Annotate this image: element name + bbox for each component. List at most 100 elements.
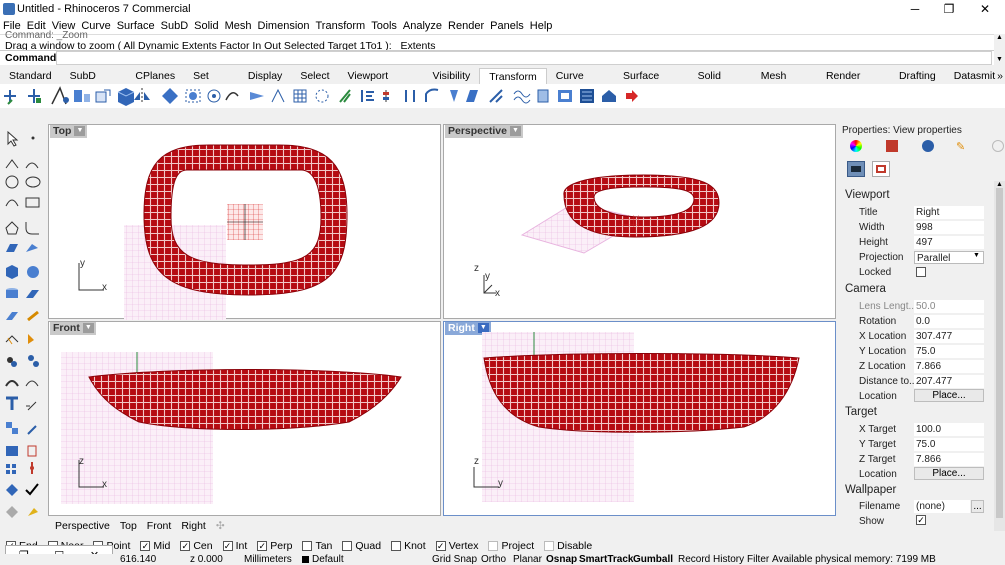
status-record-history[interactable]: Record History: [678, 554, 744, 565]
tab-mesh-tools[interactable]: Mesh Tools: [752, 68, 817, 98]
distribute-icon[interactable]: [383, 90, 389, 102]
bend-icon[interactable]: [225, 92, 239, 101]
show-checkbox[interactable]: ✓: [916, 515, 926, 525]
twist-icon[interactable]: [207, 89, 221, 103]
extrude-icon[interactable]: [26, 290, 39, 298]
polyline-icon[interactable]: [5, 159, 19, 169]
polygon-icon[interactable]: [5, 221, 19, 235]
height-field[interactable]: 497: [914, 236, 984, 249]
array-tool-icon[interactable]: [6, 464, 16, 474]
viewport-front[interactable]: Front ▼ z x: [48, 321, 441, 516]
smash-icon[interactable]: [339, 89, 351, 103]
color-wheel-icon[interactable]: [850, 140, 862, 152]
status-layer[interactable]: Default: [312, 554, 344, 565]
menu-panels[interactable]: Panels: [487, 18, 527, 34]
status-planar[interactable]: Planar: [513, 554, 542, 565]
tabs-overflow-icon[interactable]: »: [995, 68, 1005, 84]
lens-length-field[interactable]: 50.0: [914, 300, 984, 313]
menu-render[interactable]: Render: [445, 18, 487, 34]
rotate-icon[interactable]: [51, 86, 69, 105]
tab-surface-tools[interactable]: Surface Tools: [614, 68, 689, 98]
rectangle-icon[interactable]: [25, 197, 40, 208]
move-tool-icon[interactable]: [6, 422, 18, 434]
osnap-checkbox[interactable]: [488, 540, 499, 551]
camera-icon[interactable]: [847, 161, 865, 177]
rotate-tool-icon[interactable]: [27, 425, 37, 435]
menu-help[interactable]: Help: [527, 18, 556, 34]
tab-drafting[interactable]: Drafting: [890, 68, 945, 84]
x-location-field[interactable]: 307.477: [914, 330, 984, 343]
properties-icon[interactable]: [6, 506, 18, 518]
properties-scrollbar[interactable]: ▲: [994, 181, 1005, 531]
title-field[interactable]: Right: [914, 206, 984, 219]
minimize-button[interactable]: ─: [898, 0, 932, 18]
loft-icon[interactable]: [26, 244, 38, 252]
browse-button[interactable]: ...: [971, 500, 984, 513]
scale-1d-icon[interactable]: [95, 89, 111, 103]
locked-checkbox[interactable]: [916, 267, 926, 277]
tab-set-view[interactable]: Set View: [184, 68, 239, 98]
osnap-checkbox[interactable]: ✓: [222, 540, 233, 551]
osnap-checkbox[interactable]: ✓: [180, 540, 191, 551]
status-units[interactable]: Millimeters: [244, 554, 292, 565]
paint-icon[interactable]: [28, 508, 38, 516]
text-icon[interactable]: [6, 396, 18, 410]
scrollbar-thumb[interactable]: [996, 188, 1003, 518]
cage-edit-icon[interactable]: [425, 88, 439, 103]
viewport-tab-perspective[interactable]: Perspective: [50, 518, 115, 534]
ungroup-icon[interactable]: [28, 355, 39, 367]
tab-standard[interactable]: Standard: [0, 68, 61, 84]
join-icon[interactable]: [28, 334, 34, 344]
grid-array-icon[interactable]: [293, 89, 307, 103]
arc-icon[interactable]: [5, 199, 19, 207]
menu-surface[interactable]: Surface: [114, 18, 158, 34]
add-viewport-icon[interactable]: ✣: [211, 518, 230, 534]
tab-render-tools[interactable]: Render Tools: [817, 68, 890, 98]
box-solid-icon[interactable]: [6, 265, 18, 279]
z-location-field[interactable]: 7.866: [914, 360, 984, 373]
mirror-icon[interactable]: [134, 88, 150, 104]
sphere-icon[interactable]: [27, 266, 39, 278]
film-icon[interactable]: [580, 89, 594, 103]
osnap-knot[interactable]: Knot: [391, 540, 426, 552]
osnap-checkbox[interactable]: [391, 540, 402, 551]
split-icon[interactable]: [5, 335, 19, 345]
status-grid-snap[interactable]: Grid Snap: [432, 554, 477, 565]
layer-icon[interactable]: [6, 484, 18, 496]
circle-icon[interactable]: [5, 175, 19, 189]
taper-icon[interactable]: [250, 92, 264, 100]
command-scrollbar[interactable]: ▲ ▼: [994, 34, 1005, 65]
x-target-field[interactable]: 100.0: [914, 423, 984, 436]
dimension-icon[interactable]: [26, 401, 37, 411]
menu-solid[interactable]: Solid: [191, 18, 221, 34]
close-button[interactable]: ✕: [968, 0, 1002, 18]
osnap-checkbox[interactable]: ✓: [140, 540, 151, 551]
fillet-icon[interactable]: [25, 222, 39, 235]
viewport-top[interactable]: Top ▼ y x: [48, 124, 441, 320]
osnap-checkbox[interactable]: ✓: [435, 540, 446, 551]
osnap-mid[interactable]: ✓ Mid: [140, 540, 170, 552]
tab-viewport-layout[interactable]: Viewport Layout: [339, 68, 424, 98]
scroll-down-icon[interactable]: ▼: [994, 56, 1005, 64]
scale-icon[interactable]: [74, 90, 90, 102]
osnap-disable[interactable]: Disable: [544, 540, 592, 552]
cylinder-icon[interactable]: [6, 288, 18, 298]
orient-icon[interactable]: [162, 88, 178, 104]
tab-solid-tools[interactable]: Solid Tools: [689, 68, 752, 98]
y-target-field[interactable]: 75.0: [914, 438, 984, 451]
viewport-perspective[interactable]: Perspective ▼ z y x: [443, 124, 836, 319]
align-icon[interactable]: [361, 90, 374, 102]
settings-icon[interactable]: [992, 140, 1004, 152]
viewport-tab-right[interactable]: Right: [176, 518, 211, 534]
tab-cplanes[interactable]: CPlanes: [126, 68, 184, 84]
tab-select[interactable]: Select: [291, 68, 338, 84]
stretch-icon[interactable]: [466, 90, 478, 102]
status-ortho[interactable]: Ortho: [481, 554, 506, 565]
environment-icon[interactable]: [922, 140, 934, 152]
osnap-checkbox[interactable]: [544, 540, 555, 551]
osnap-int[interactable]: ✓ Int: [222, 540, 247, 552]
osnap-cen[interactable]: ✓ Cen: [180, 540, 213, 552]
squish-icon[interactable]: [537, 89, 549, 103]
osnap-quad[interactable]: Quad: [342, 540, 381, 552]
offset-icon[interactable]: [25, 380, 39, 387]
